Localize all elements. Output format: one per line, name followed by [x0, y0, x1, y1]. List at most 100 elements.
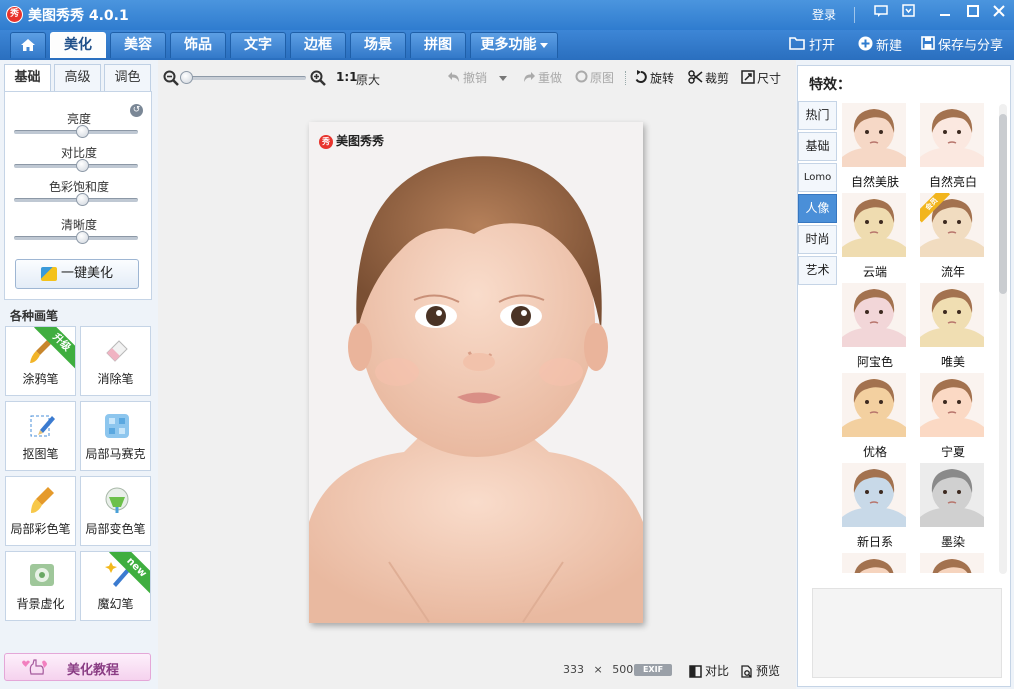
save-share-button[interactable]: 保存与分享 [921, 36, 1003, 54]
crop-button[interactable]: 裁剪 [688, 70, 729, 86]
resize-button[interactable]: 尺寸 [741, 70, 781, 86]
zoom-in-icon[interactable] [310, 70, 326, 89]
effect-item[interactable]: 会员 流年 [920, 193, 986, 280]
login-link[interactable]: 登录 [812, 6, 836, 23]
effect-thumbnail [920, 463, 984, 527]
effect-item[interactable]: 优格 [842, 373, 908, 460]
original-button[interactable]: 原图 [575, 70, 614, 86]
brush-local-recolor[interactable]: 局部变色笔 [80, 476, 151, 546]
saturation-slider[interactable] [14, 193, 138, 206]
effect-item[interactable]: 宁夏 [920, 373, 986, 460]
effect-item[interactable]: 墨染 [920, 463, 986, 550]
brush-local-color[interactable]: 局部彩色笔 [5, 476, 76, 546]
brush-mosaic[interactable]: 局部马赛克 [80, 401, 151, 471]
tab-more-label: 更多功能 [480, 37, 537, 53]
effect-item[interactable]: 自然亮白 [920, 103, 986, 190]
slider-thumb[interactable] [76, 159, 89, 172]
slider-thumb[interactable] [76, 193, 89, 206]
zoom-slider[interactable] [180, 71, 306, 84]
effects-scrollbar[interactable] [999, 104, 1007, 574]
one-click-beautify-button[interactable]: 一键美化 [15, 259, 139, 289]
effect-item[interactable]: 云端 [842, 193, 908, 280]
effects-panel: 特效： 热门 基础 Lomo 人像 时尚 艺术 自然美肤 自然亮白 云端 会员 流年 阿宝… [797, 65, 1011, 687]
subtab-basic[interactable]: 基础 [4, 64, 51, 92]
slider-thumb[interactable] [76, 125, 89, 138]
brush-eraser[interactable]: 消除笔 [80, 326, 151, 396]
new-label: 新建 [876, 39, 903, 54]
zoom-ratio[interactable]: 1:1 [336, 70, 358, 84]
tab-text[interactable]: 文字 [230, 32, 286, 58]
zoom-slider-thumb[interactable] [180, 71, 193, 84]
tab-more-features[interactable]: 更多功能 [470, 32, 558, 58]
effect-item[interactable]: 阿宝色 [842, 283, 908, 370]
fx-category-lomo[interactable]: Lomo [798, 163, 837, 192]
contrast-slider[interactable] [14, 159, 138, 172]
mosaic-icon [105, 414, 129, 438]
redo-icon [522, 70, 536, 87]
crop-label: 裁剪 [705, 71, 730, 86]
tab-face[interactable]: 美容 [110, 32, 166, 58]
effect-item[interactable]: 唯美 [920, 283, 986, 370]
subtab-advanced[interactable]: 高级 [54, 64, 101, 92]
fx-category-hot[interactable]: 热门 [798, 101, 837, 130]
redo-button[interactable]: 重做 [522, 70, 562, 86]
skin-icon[interactable] [897, 4, 919, 24]
brush-label: 局部变色笔 [85, 522, 146, 536]
tab-scenes[interactable]: 场景 [350, 32, 406, 58]
zoom-out-icon[interactable] [163, 70, 179, 89]
rotate-button[interactable]: 旋转 [634, 70, 674, 86]
tab-frames[interactable]: 边框 [290, 32, 346, 58]
magic-wand-icon [40, 266, 57, 281]
effect-thumbnail [920, 553, 984, 573]
effect-label: 唯美 [940, 355, 965, 369]
hand-hearts-icon [22, 659, 47, 675]
effect-item[interactable] [920, 553, 986, 573]
photo-canvas[interactable]: 秀美图秀秀 [309, 122, 643, 623]
tab-beautify[interactable]: 美化 [50, 32, 106, 58]
close-icon[interactable] [988, 4, 1010, 24]
effect-label: 墨染 [940, 535, 965, 549]
brush-label: 背景虚化 [16, 597, 65, 611]
effect-item[interactable]: 自然美肤 [842, 103, 908, 190]
preview-button[interactable]: 预览 [740, 662, 780, 679]
minimize-icon[interactable] [934, 4, 956, 24]
effect-label: 流年 [940, 265, 965, 279]
new-button[interactable]: 新建 [858, 36, 902, 54]
fx-category-basic[interactable]: 基础 [798, 132, 837, 161]
brush-background-blur[interactable]: 背景虚化 [5, 551, 76, 621]
effect-label: 新日系 [856, 535, 893, 549]
cutout-pen-icon [30, 415, 55, 437]
scrollbar-thumb[interactable] [999, 114, 1007, 294]
subtab-color[interactable]: 调色 [104, 64, 151, 92]
effect-label: 阿宝色 [856, 355, 893, 369]
effect-thumbnail [842, 103, 906, 167]
tab-collage[interactable]: 拼图 [410, 32, 466, 58]
compare-button[interactable]: 对比 [689, 662, 729, 679]
compare-label: 对比 [705, 664, 730, 678]
slider-thumb[interactable] [76, 231, 89, 244]
fx-category-portrait[interactable]: 人像 [798, 194, 837, 223]
brightness-slider[interactable] [14, 125, 138, 138]
effect-item[interactable]: 新日系 [842, 463, 908, 550]
brush-magic[interactable]: new 魔幻笔 [80, 551, 151, 621]
title-bar: 秀 美图秀秀 4.0.1 登录 [0, 0, 1014, 30]
undo-history-dropdown[interactable] [499, 70, 507, 86]
undo-button[interactable]: 撤销 [447, 70, 487, 86]
open-button[interactable]: 打开 [789, 36, 835, 54]
effect-thumbnail [842, 193, 906, 257]
tab-home[interactable] [10, 32, 46, 58]
fx-category-art[interactable]: 艺术 [798, 256, 837, 285]
effect-thumbnail [842, 463, 906, 527]
tab-accessories[interactable]: 饰品 [170, 32, 226, 58]
brush-cutout[interactable]: 抠图笔 [5, 401, 76, 471]
fx-category-fashion[interactable]: 时尚 [798, 225, 837, 254]
actual-size-button[interactable]: 原大 [356, 71, 380, 88]
feedback-icon[interactable] [870, 4, 892, 24]
effect-item[interactable] [842, 553, 908, 573]
maximize-icon[interactable] [962, 4, 984, 24]
sharpness-slider[interactable] [14, 231, 138, 244]
brush-doodle[interactable]: 升级 涂鸦笔 [5, 326, 76, 396]
canvas-area: 1:1 原大 撤销 重做 原图 旋转 裁剪 尺寸 秀 美图秀秀 333 × 50… [158, 60, 796, 689]
beautify-tutorial-button[interactable]: 美化教程 [4, 653, 151, 681]
exif-button[interactable]: EXIF [634, 664, 672, 676]
